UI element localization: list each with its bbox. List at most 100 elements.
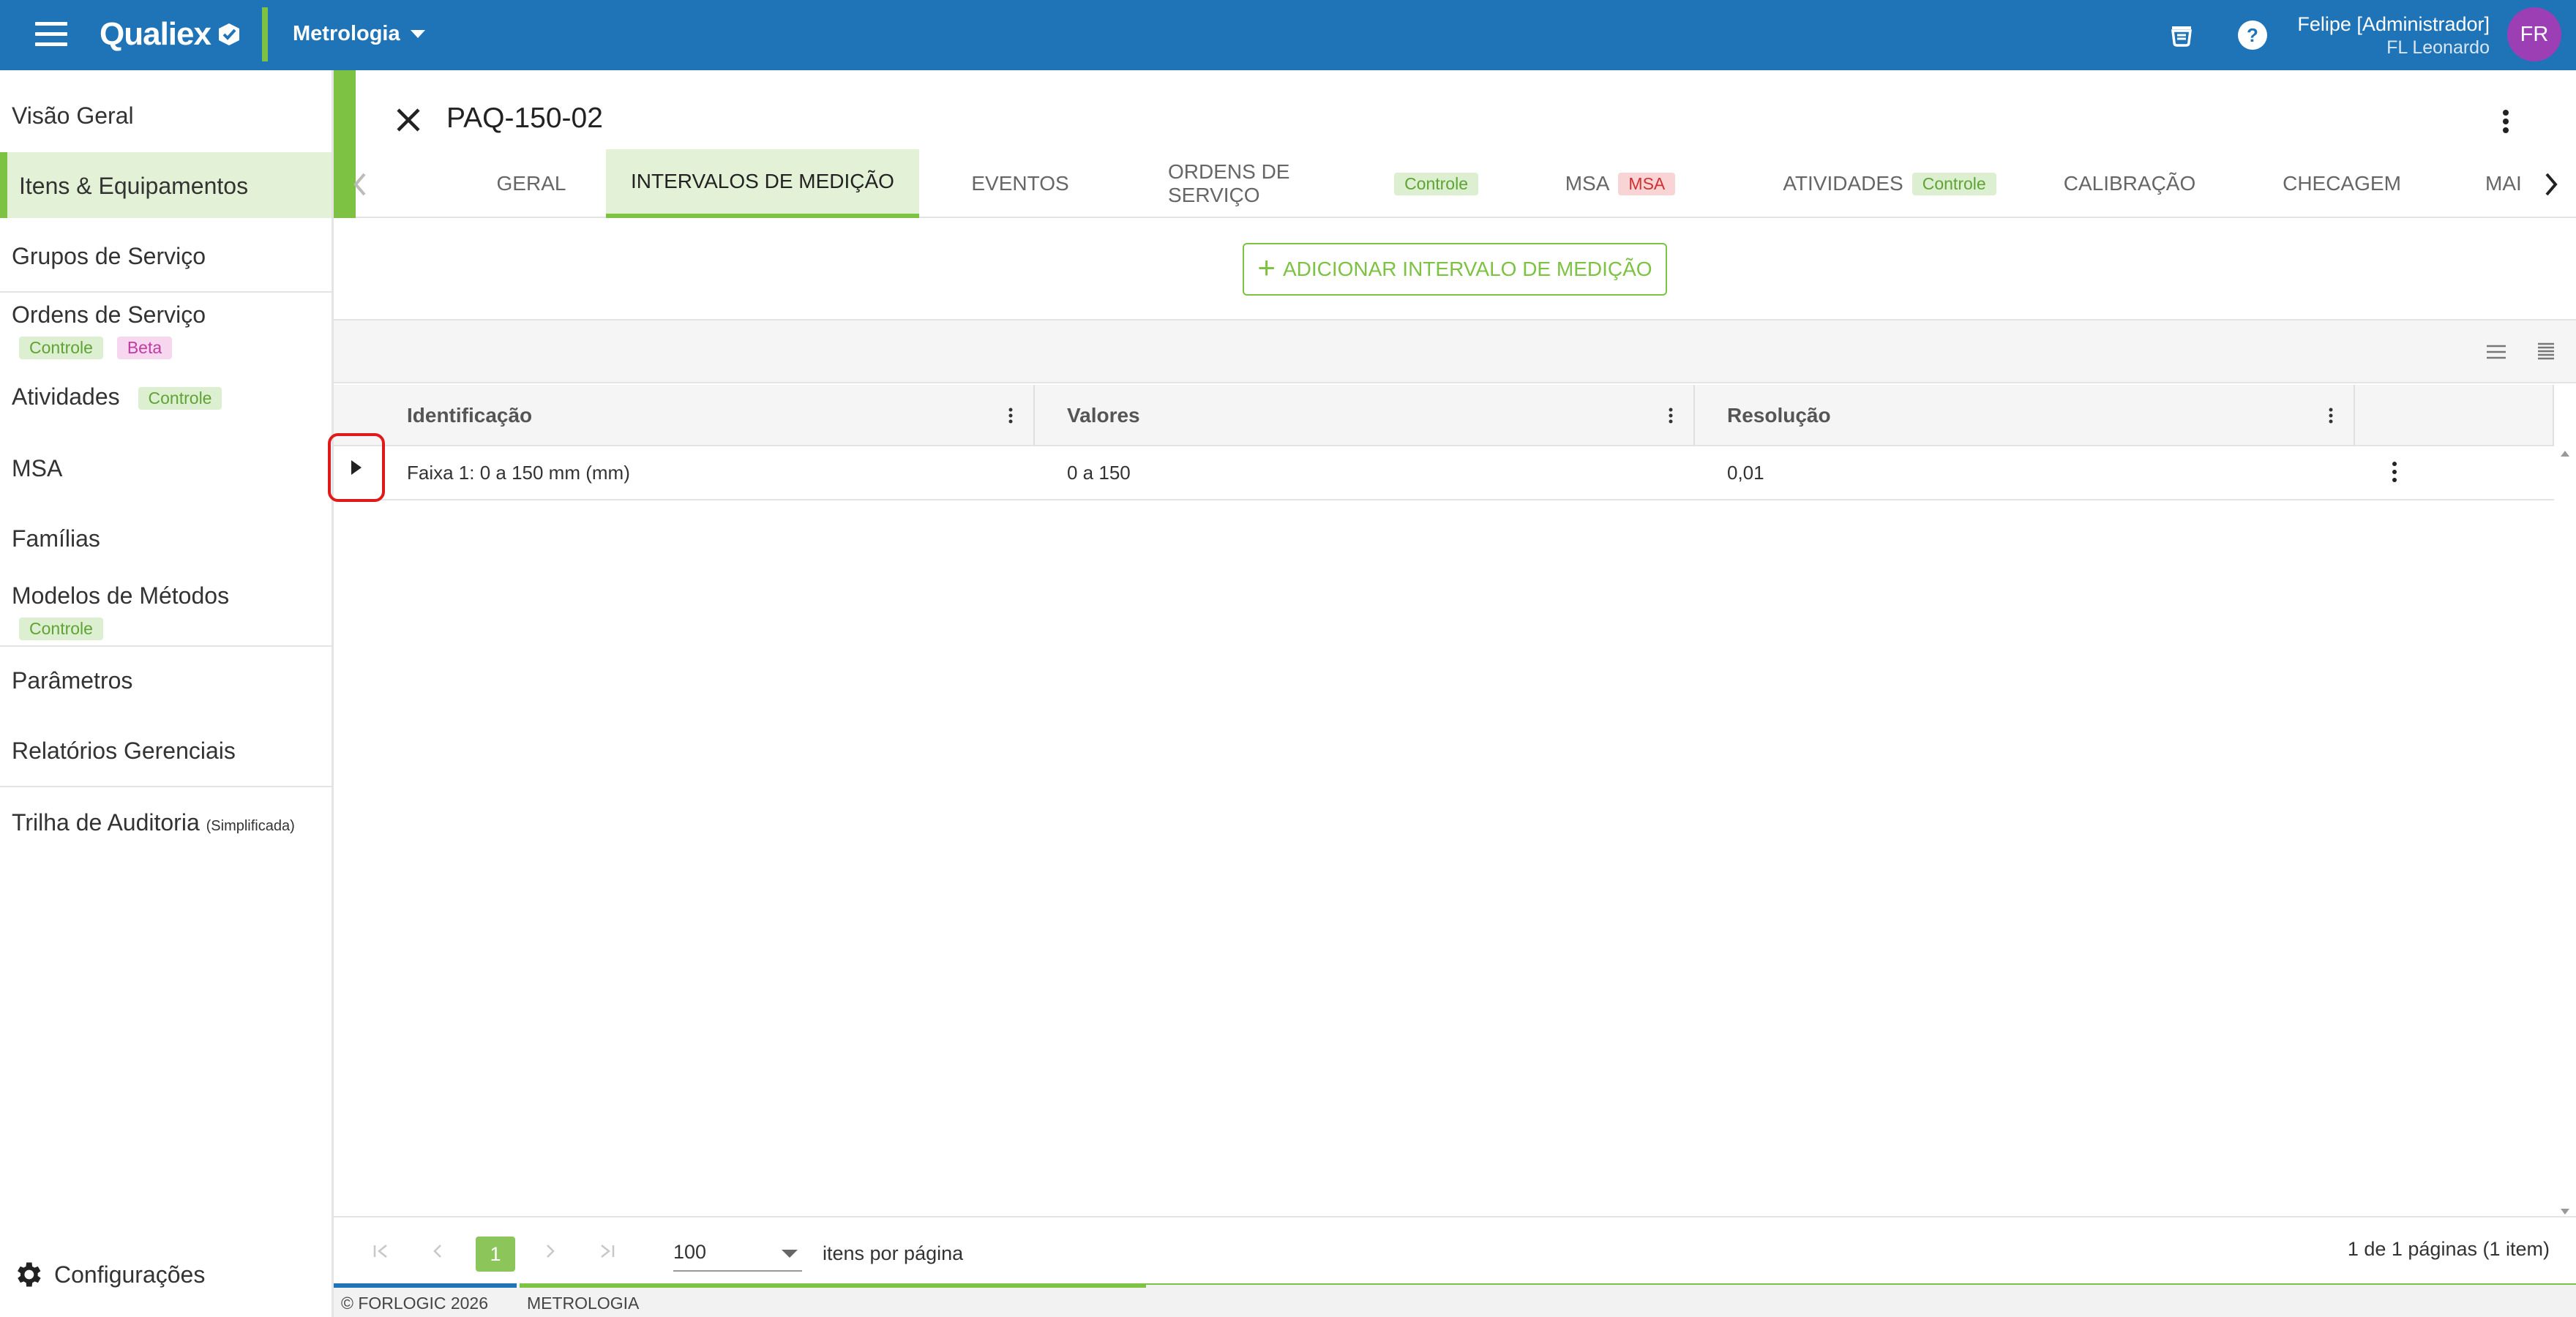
close-icon[interactable] (394, 105, 423, 135)
column-header-label: Identificação (407, 404, 533, 427)
cell-resolucao: 0,01 (1727, 461, 1764, 484)
column-menu-icon[interactable] (1007, 405, 1014, 426)
grid-toolbar (334, 320, 2576, 383)
tab-label: GERAL (496, 172, 566, 195)
chevron-right-icon[interactable] (2539, 171, 2561, 198)
page-size-select[interactable]: 100 (673, 1234, 802, 1272)
sidebar-item-familias[interactable]: Famílias (0, 525, 332, 552)
tab-atividades[interactable]: ATIVIDADES Controle (1756, 149, 2023, 218)
sidebar-item-itens-equipamentos[interactable]: Itens & Equipamentos (0, 152, 332, 218)
footer-accent-green (520, 1283, 1146, 1288)
current-page-button[interactable]: 1 (476, 1237, 515, 1272)
top-bar: Qualiex Metrologia ? Felipe [Administrad… (0, 0, 2576, 70)
avatar[interactable]: FR (2507, 7, 2561, 61)
chevron-down-icon (782, 1250, 798, 1258)
sidebar-item-label: Trilha de Auditoria (12, 809, 200, 836)
settings-label: Configurações (54, 1261, 206, 1288)
status-badge: Controle (1394, 172, 1478, 195)
sidebar-item-label: Parâmetros (12, 667, 133, 694)
divider (0, 291, 332, 293)
chevron-down-icon (410, 30, 425, 38)
tab-label: ATIVIDADES (1783, 172, 1903, 195)
column-header-label: Resolução (1727, 404, 1831, 427)
sidebar-item-label: Ordens de Serviço (12, 301, 206, 328)
column-header-valores[interactable]: Valores (1066, 385, 1140, 446)
sidebar-item-visao-geral[interactable]: Visão Geral (0, 102, 332, 130)
row-actions-icon[interactable] (2390, 459, 2399, 484)
status-badge: Controle (1912, 172, 1996, 195)
tab-label: INTERVALOS DE MEDIÇÃO (631, 170, 894, 192)
sidebar-item-modelos-de-metodos[interactable]: Modelos de Métodos Controle (0, 582, 332, 641)
scroll-up-icon[interactable] (2554, 446, 2576, 461)
app-logo[interactable]: Qualiex (100, 16, 242, 53)
page-title: PAQ-150-02 (446, 102, 603, 134)
logo-text: Qualiex (100, 16, 211, 52)
module-selector[interactable]: Metrologia (293, 22, 425, 46)
column-header-identificacao[interactable]: Identificação (405, 385, 532, 446)
gear-icon (18, 1262, 41, 1287)
first-page-icon[interactable] (370, 1241, 391, 1261)
sidebar-item-note: (Simplificada) (206, 818, 295, 834)
tab-intervalos-de-medicao[interactable]: INTERVALOS DE MEDIÇÃO (606, 149, 919, 218)
status-badge: MSA (1618, 172, 1676, 195)
cell-identificacao: Faixa 1: 0 a 150 mm (mm) (407, 461, 630, 484)
tab-label: CHECAGEM (2283, 172, 2401, 195)
tab-bar: GERAL INTERVALOS DE MEDIÇÃO EVENTOS ORDE… (356, 149, 2576, 218)
expand-row-button[interactable] (328, 433, 385, 502)
tab-calibracao[interactable]: CALIBRAÇÃO (2049, 149, 2210, 218)
sidebar-item-atividades[interactable]: Atividades Controle (0, 383, 332, 410)
tab-label: MSA (1565, 172, 1610, 195)
coffee-cup-icon[interactable] (2165, 18, 2200, 53)
sidebar-item-msa[interactable]: MSA (0, 455, 332, 482)
add-interval-label: ADICIONAR INTERVALO DE MEDIÇÃO (1282, 258, 1652, 280)
caret-right-icon (351, 460, 362, 475)
table-row[interactable]: Faixa 1: 0 a 150 mm (mm) 0 a 150 0,01 (328, 433, 2554, 502)
next-page-icon[interactable] (540, 1241, 561, 1261)
sidebar-item-label: MSA (12, 455, 63, 481)
user-info[interactable]: Felipe [Administrador] FL Leonardo (2297, 13, 2490, 59)
tab-eventos[interactable]: EVENTOS (956, 149, 1085, 218)
menu-icon[interactable] (35, 22, 67, 48)
last-page-icon[interactable] (597, 1241, 618, 1261)
more-options-icon[interactable] (2497, 107, 2515, 136)
tab-label: CALIBRAÇÃO (2063, 172, 2196, 195)
divider (0, 645, 332, 647)
divider (0, 786, 332, 787)
tab-checagem[interactable]: CHECAGEM (2269, 149, 2415, 218)
column-menu-icon[interactable] (1667, 405, 1674, 426)
tab-ordens-de-servico[interactable]: ORDENS DE SERVIÇO Controle (1168, 149, 1478, 218)
vertical-scrollbar[interactable] (2554, 446, 2576, 1219)
pagination: 1 100 itens por página 1 de 1 páginas (1… (334, 1216, 2576, 1283)
user-name: Felipe [Administrador] (2297, 13, 2490, 35)
sidebar-item-parametros[interactable]: Parâmetros (0, 667, 332, 694)
sidebar-item-grupos-de-servico[interactable]: Grupos de Serviço (0, 243, 332, 270)
compact-view-icon[interactable] (2535, 342, 2557, 361)
footer: © FORLOGIC 2026 METROLOGIA (334, 1283, 2576, 1317)
topbar-divider (262, 7, 268, 61)
list-view-icon[interactable] (2485, 342, 2507, 361)
footer-copyright: © FORLOGIC 2026 (341, 1294, 489, 1313)
previous-page-icon[interactable] (427, 1241, 448, 1261)
sidebar-item-ordens-de-servico[interactable]: Ordens de Serviço Controle Beta (0, 301, 332, 360)
user-company: FL Leonardo (2386, 37, 2490, 58)
chevron-left-icon[interactable] (350, 171, 372, 198)
footer-accent-line (1146, 1283, 2576, 1285)
sidebar-item-trilha-de-auditoria[interactable]: Trilha de Auditoria (Simplificada) (0, 809, 332, 836)
sidebar-item-relatorios-gerenciais[interactable]: Relatórios Gerenciais (0, 738, 332, 765)
divider (1033, 385, 1035, 446)
divider (2553, 385, 2554, 446)
column-menu-icon[interactable] (2327, 405, 2334, 426)
cell-valores: 0 a 150 (1067, 461, 1131, 484)
settings-link[interactable]: Configurações (12, 1258, 205, 1291)
column-header-resolucao[interactable]: Resolução (1726, 385, 1831, 446)
divider (1693, 385, 1695, 446)
sidebar-item-label: Visão Geral (12, 102, 134, 129)
sidebar-item-label: Relatórios Gerenciais (12, 738, 236, 764)
help-icon[interactable]: ? (2235, 18, 2270, 53)
page-size-label: itens por página (823, 1242, 964, 1264)
tab-geral[interactable]: GERAL (465, 149, 597, 218)
add-interval-button[interactable]: + ADICIONAR INTERVALO DE MEDIÇÃO (1243, 243, 1667, 296)
tab-msa[interactable]: MSA MSA (1556, 149, 1685, 218)
tab-label: ORDENS DE SERVIÇO (1168, 160, 1290, 206)
column-header-label: Valores (1067, 404, 1140, 427)
